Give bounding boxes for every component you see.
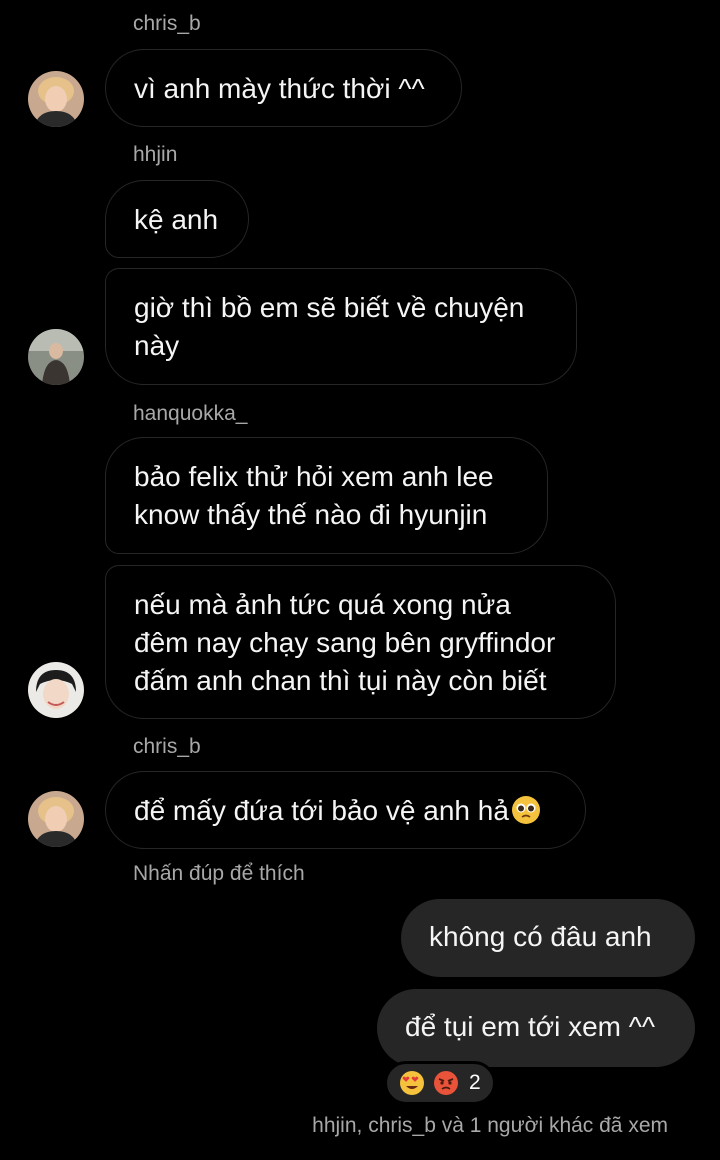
message-text: nếu mà ảnh tức quá xong nửa [134,589,511,620]
angry-face-emoji-icon [434,1071,458,1095]
sender-name: chris_b [133,735,201,758]
message-text: để mấy đứa tới bảo vệ anh hả [134,795,509,826]
message-text: để tụi em tới xem ^^ [405,1011,656,1042]
message-bubble[interactable]: kệ anh [105,180,249,258]
heart-eyes-face-emoji-icon [400,1071,424,1095]
message-bubble[interactable]: giờ thì bồ em sẽ biết về chuyện này [105,268,577,385]
seen-by-status: hhjin, chris_b và 1 người khác đã xem [312,1114,668,1137]
avatar-chris-b[interactable] [28,791,84,847]
pleading-face-emoji-icon [511,796,540,824]
avatar-hhjin[interactable] [28,329,84,385]
message-text: kệ anh [134,204,219,235]
message-text: không có đâu anh [429,921,652,952]
sender-name: hanquokka_ [133,402,248,425]
message-text: này [134,330,180,361]
message-bubble[interactable]: để mấy đứa tới bảo vệ anh hả [105,771,586,849]
reaction-count: 2 [469,1071,481,1094]
message-text: vì anh mày thức thời ^^ [134,73,425,104]
sender-name: hhjin [133,143,178,166]
message-text: đấm anh chan thì tụi này còn biết [134,665,547,696]
message-bubble[interactable]: bảo felix thử hỏi xem anh lee know thấy … [105,437,548,554]
message-bubble[interactable]: nếu mà ảnh tức quá xong nửa đêm nay chạy… [105,565,616,719]
reactions-pill[interactable]: 2 [384,1061,496,1105]
avatar-chris-b[interactable] [28,71,84,127]
sender-name: chris_b [133,12,201,35]
outgoing-message-bubble[interactable]: không có đâu anh [401,899,695,977]
message-bubble[interactable]: vì anh mày thức thời ^^ [105,49,462,127]
double-tap-hint: Nhấn đúp để thích [133,862,305,885]
message-text: giờ thì bồ em sẽ biết về chuyện [134,292,525,323]
outgoing-message-bubble[interactable]: để tụi em tới xem ^^ [377,989,695,1067]
avatar-hanquokka[interactable] [28,662,84,718]
message-text: bảo felix thử hỏi xem anh lee [134,461,494,492]
message-text: đêm nay chạy sang bên gryffindor [134,627,556,658]
message-text: know thấy thế nào đi hyunjin [134,499,488,530]
